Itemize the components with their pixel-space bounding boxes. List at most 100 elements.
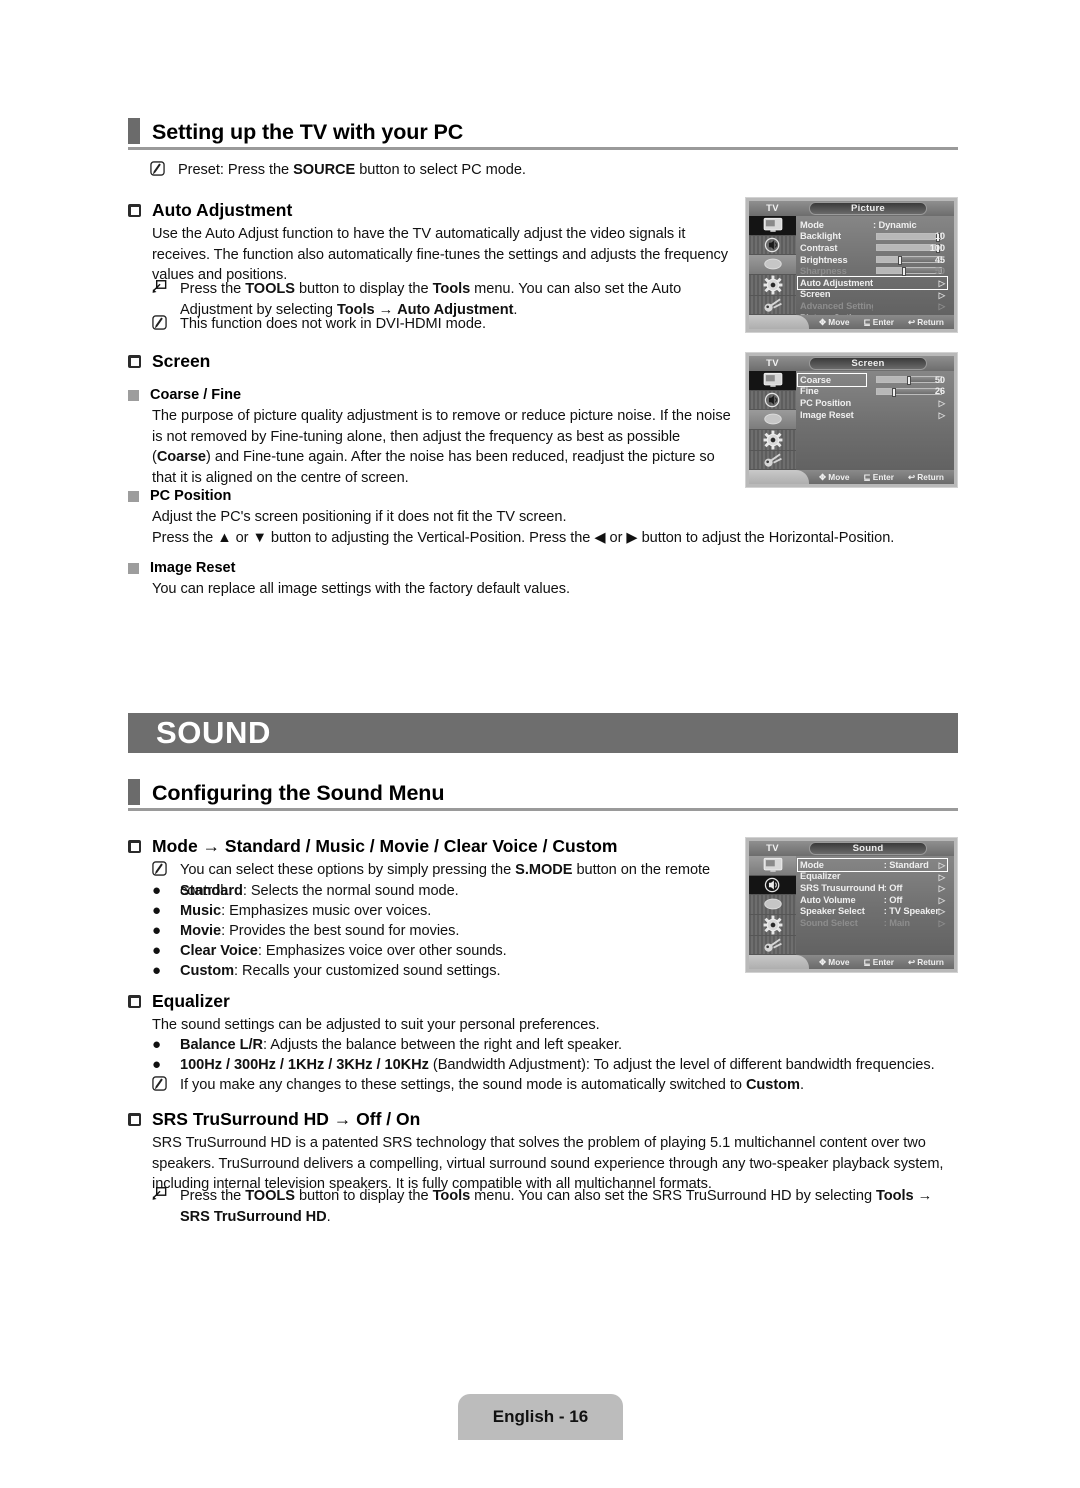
- manual-page: Setting up the TV with your PC Preset: P…: [0, 0, 1080, 1488]
- subsection-title: Mode → Standard / Music / Movie / Clear …: [152, 836, 618, 856]
- osd-row-screen[interactable]: Screen ▷: [800, 289, 948, 301]
- osd-row-value: : Dynamic: [873, 219, 917, 230]
- note-equalizer-custom: If you make any changes to these setting…: [152, 1075, 962, 1096]
- osd-row-contrast[interactable]: Contrast 100: [800, 242, 948, 254]
- osd-row-auto-volume[interactable]: Auto Volume : Off ▷: [800, 894, 948, 906]
- note-dvi-hdmi: This function does not work in DVI-HDMI …: [152, 314, 752, 335]
- osd-row-advanced-settings[interactable]: Advanced Settings ▷: [800, 300, 948, 312]
- osd-row-value: 45: [934, 254, 945, 265]
- subsection-title: PC Position: [150, 488, 232, 504]
- sidebar-item-input[interactable]: [749, 936, 796, 955]
- osd-row-value: 100: [929, 242, 945, 253]
- paragraph-coarse-fine: The purpose of picture quality adjustmen…: [152, 408, 731, 486]
- chevron-right-icon: ▷: [938, 894, 946, 905]
- osd-row-srs-trusurround[interactable]: SRS Trusurround HD : Off ▷: [800, 882, 948, 894]
- sidebar-item-input[interactable]: [749, 296, 796, 315]
- sidebar-item-channel[interactable]: [749, 895, 796, 915]
- list-item-text: Standard: Selects the normal sound mode.: [180, 883, 459, 899]
- sidebar-item-sound[interactable]: [749, 391, 796, 410]
- sidebar-item-picture[interactable]: [749, 216, 796, 236]
- osd-row-speaker-select[interactable]: Speaker Select : TV Speaker ▷: [800, 905, 948, 917]
- osd-row-pc-position[interactable]: PC Position ▷: [800, 397, 948, 409]
- osd-row-coarse[interactable]: Coarse 50: [797, 373, 948, 387]
- plug-icon: [763, 298, 782, 312]
- osd-titlebar: TV Sound: [749, 841, 954, 856]
- subsection-sound-mode: Mode → Standard / Music / Movie / Clear …: [128, 835, 617, 857]
- osd-row-value: 26: [934, 386, 945, 397]
- slider-backlight[interactable]: [876, 232, 942, 242]
- osd-row-label: Screen: [800, 289, 831, 300]
- list-item: ● Balance L/R: Adjusts the balance betwe…: [152, 1035, 962, 1056]
- osd-footer-return: ↩ Return: [908, 957, 944, 967]
- paragraph-auto-adjustment: Use the Auto Adjust function to have the…: [152, 226, 729, 283]
- sidebar-item-sound[interactable]: [749, 875, 796, 895]
- sidebar-item-setup[interactable]: [749, 430, 796, 451]
- checkbox-bullet-icon: [128, 840, 141, 853]
- bullet-dot-icon: ●: [152, 922, 162, 939]
- list-item-text: Music: Emphasizes music over voices.: [180, 903, 432, 919]
- osd-footer-move: ✥ Move: [819, 472, 850, 482]
- osd-source-label: TV: [766, 203, 779, 214]
- tools-icon: [152, 280, 180, 294]
- chevron-right-icon: ▷: [938, 301, 946, 312]
- slider-brightness[interactable]: [876, 255, 942, 265]
- checkbox-bullet-icon: [128, 355, 141, 368]
- chevron-right-icon: ▷: [938, 289, 946, 300]
- osd-row-auto-adjustment[interactable]: Auto Adjustment ▷: [797, 276, 948, 290]
- sidebar-item-setup[interactable]: [749, 275, 796, 296]
- square-bullet-icon: [128, 563, 139, 574]
- osd-row-sound-select[interactable]: Sound Select : Main ▷: [800, 917, 948, 929]
- osd-row-backlight[interactable]: Backlight 10: [800, 231, 948, 243]
- osd-row-mode[interactable]: Mode : Dynamic: [800, 219, 948, 231]
- slider-coarse[interactable]: [876, 376, 942, 385]
- monitor-icon: [763, 373, 782, 388]
- paragraph-pc-position-1: Adjust the PC's screen positioning if it…: [152, 509, 567, 525]
- plug-icon: [763, 938, 782, 952]
- osd-row-mode[interactable]: Mode : Standard ▷: [797, 858, 948, 872]
- osd-row-label: Mode: [800, 859, 824, 870]
- sidebar-item-setup[interactable]: [749, 915, 796, 936]
- osd-footer: ✥ Move ⊑ Enter ↩ Return: [749, 315, 954, 329]
- osd-menu-list: Mode : Dynamic Backlight 10 Contrast 100…: [796, 218, 951, 329]
- chapter-band-sound: SOUND: [128, 713, 958, 753]
- osd-screen-menu: TV Screen Coarse 50 Fine 26 PC Position …: [745, 352, 958, 488]
- list-item-text: Movie: Provides the best sound for movie…: [180, 923, 460, 939]
- note-tools-srs: Press the TOOLS button to display the To…: [152, 1186, 960, 1227]
- osd-footer-enter: ⊑ Enter: [863, 472, 894, 482]
- osd-menu-title: Picture: [809, 202, 927, 215]
- slider-sharpness[interactable]: [876, 267, 942, 277]
- chevron-right-icon: ▷: [938, 917, 946, 928]
- osd-row-image-reset[interactable]: Image Reset ▷: [800, 409, 948, 421]
- chevron-right-icon: ▷: [938, 277, 946, 288]
- osd-row-fine[interactable]: Fine 26: [800, 386, 948, 398]
- osd-footer-curve: [749, 470, 809, 484]
- osd-row-label: Brightness: [800, 254, 848, 265]
- osd-row-sharpness[interactable]: Sharpness 50: [800, 265, 948, 277]
- slider-fine[interactable]: [876, 387, 942, 397]
- chevron-right-icon: ▷: [938, 860, 946, 870]
- osd-titlebar: TV Screen: [749, 356, 954, 371]
- sidebar-item-picture[interactable]: [749, 371, 796, 391]
- sidebar-item-channel[interactable]: [749, 255, 796, 275]
- osd-row-equalizer[interactable]: Equalizer ▷: [800, 871, 948, 883]
- page-number-label: English - 16: [492, 1407, 589, 1426]
- square-bullet-icon: [128, 390, 139, 401]
- chevron-right-icon: ▷: [938, 883, 946, 894]
- sidebar-item-sound[interactable]: [749, 236, 796, 255]
- monitor-icon: [763, 218, 782, 233]
- osd-row-label: PC Position: [800, 397, 852, 408]
- osd-sidebar: [749, 371, 796, 470]
- subsection-image-reset: Image Reset: [128, 559, 235, 578]
- sidebar-item-picture[interactable]: [749, 856, 796, 876]
- plug-icon: [763, 453, 782, 467]
- chevron-right-icon: ▷: [938, 906, 946, 917]
- square-bullet-icon: [128, 491, 139, 502]
- sidebar-item-channel[interactable]: [749, 410, 796, 430]
- list-item-text: Balance L/R: Adjusts the balance between…: [180, 1037, 622, 1053]
- osd-row-brightness[interactable]: Brightness 45: [800, 254, 948, 266]
- osd-footer-return: ↩ Return: [908, 317, 944, 327]
- sidebar-item-input[interactable]: [749, 451, 796, 470]
- osd-footer-return: ↩ Return: [908, 472, 944, 482]
- page-number-tag: English - 16: [458, 1394, 623, 1440]
- osd-row-label: Auto Volume: [800, 894, 856, 905]
